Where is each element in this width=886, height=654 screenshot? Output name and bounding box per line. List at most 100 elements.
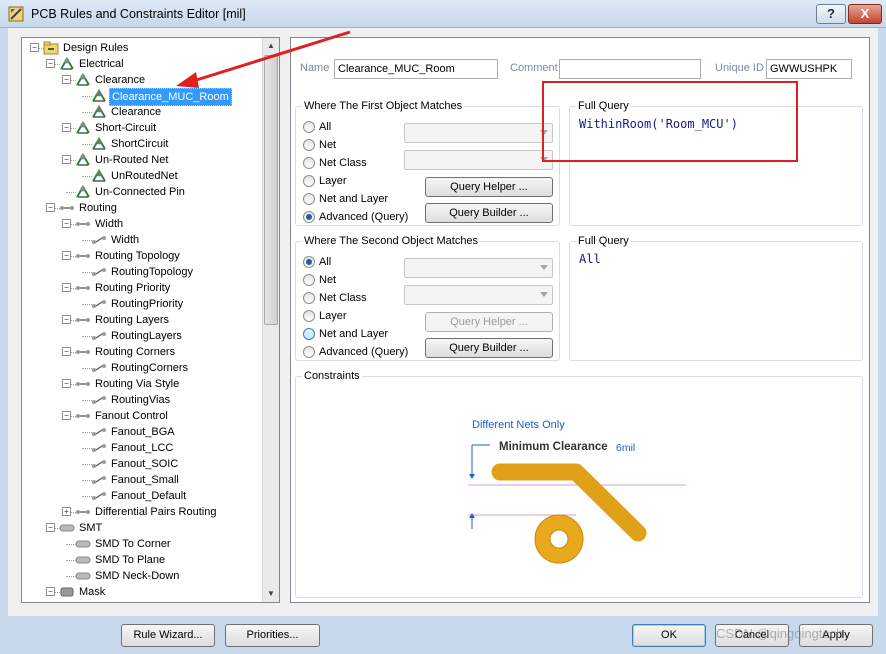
- tree-node[interactable]: − SMT: [22, 520, 260, 536]
- constraints-group: Constraints Different Nets Only Minimum …: [295, 370, 863, 598]
- collapse-icon[interactable]: −: [62, 251, 71, 260]
- help-button[interactable]: ?: [816, 4, 846, 24]
- radio-button[interactable]: [303, 175, 315, 187]
- scroll-down-icon[interactable]: ▼: [263, 586, 279, 602]
- first-query-builder-button[interactable]: Query Builder ...: [425, 203, 553, 223]
- collapse-icon[interactable]: −: [46, 523, 55, 532]
- tree-node[interactable]: − Routing Priority: [22, 280, 260, 296]
- rule-category-icon: [75, 121, 91, 135]
- tree-node[interactable]: Clearance: [22, 104, 260, 120]
- tree-node[interactable]: − Routing Corners: [22, 344, 260, 360]
- tree-node-label: ShortCircuit: [111, 138, 169, 150]
- tree-node[interactable]: Un-Connected Pin: [22, 184, 260, 200]
- tree-node[interactable]: Fanout_Small: [22, 472, 260, 488]
- routing-icon: [75, 409, 91, 423]
- first-netclass-combo[interactable]: [404, 150, 553, 170]
- tree-node[interactable]: SMD To Plane: [22, 552, 260, 568]
- tree-node[interactable]: RoutingLayers: [22, 328, 260, 344]
- tree-node-label: RoutingLayers: [111, 330, 182, 342]
- name-input[interactable]: Clearance_MUC_Room: [334, 59, 498, 79]
- second-full-query-text[interactable]: All: [579, 252, 601, 266]
- priorities-button[interactable]: Priorities...: [225, 624, 320, 647]
- collapse-icon[interactable]: −: [62, 347, 71, 356]
- tree-node[interactable]: − Un-Routed Net: [22, 152, 260, 168]
- tree-node[interactable]: SMD Neck-Down: [22, 568, 260, 584]
- different-nets-only-label[interactable]: Different Nets Only: [472, 419, 565, 431]
- tree-node[interactable]: − Routing Layers: [22, 312, 260, 328]
- radio-button[interactable]: [303, 211, 315, 223]
- second-query-builder-button[interactable]: Query Builder ...: [425, 338, 553, 358]
- mask-icon: [59, 585, 75, 599]
- rule-wizard-button[interactable]: Rule Wizard...: [121, 624, 215, 647]
- rule-category-icon: [75, 73, 91, 87]
- radio-button[interactable]: [303, 256, 315, 268]
- radio-button[interactable]: [303, 139, 315, 151]
- tree-node[interactable]: − Short-Circuit: [22, 120, 260, 136]
- routing-icon: [75, 281, 91, 295]
- radio-button[interactable]: [303, 346, 315, 358]
- collapse-icon[interactable]: −: [30, 43, 39, 52]
- ok-button[interactable]: OK: [632, 624, 706, 647]
- tree-node-label: Un-Routed Net: [95, 154, 169, 166]
- tree-node-label: Design Rules: [63, 42, 129, 54]
- radio-button[interactable]: [303, 121, 315, 133]
- radio-button[interactable]: [303, 292, 315, 304]
- second-query-helper-button: Query Helper ...: [425, 312, 553, 332]
- folder-icon: [43, 41, 59, 55]
- second-netclass-combo[interactable]: [404, 285, 553, 305]
- rules-tree[interactable]: − Design Rules − Electrical − Clearance Cleara…: [21, 37, 280, 603]
- radio-button[interactable]: [303, 274, 315, 286]
- tree-node[interactable]: Fanout_Default: [22, 488, 260, 504]
- tree-node[interactable]: +Solder Mask Expansion: [22, 600, 260, 602]
- collapse-icon[interactable]: −: [62, 315, 71, 324]
- smt-icon: [75, 569, 91, 583]
- tree-node[interactable]: RoutingTopology: [22, 264, 260, 280]
- tree-node[interactable]: + Differential Pairs Routing: [22, 504, 260, 520]
- collapse-icon[interactable]: −: [62, 123, 71, 132]
- tree-node-label: SMD To Corner: [95, 538, 171, 550]
- comment-input[interactable]: [559, 59, 701, 79]
- first-net-combo[interactable]: [404, 123, 553, 143]
- clearance-diagram: [468, 444, 686, 564]
- tree-node[interactable]: − Routing: [22, 200, 260, 216]
- collapse-icon[interactable]: −: [46, 203, 55, 212]
- close-button[interactable]: X: [848, 4, 882, 24]
- app-icon: [8, 6, 24, 22]
- tree-scrollbar[interactable]: ▲ ▼: [262, 38, 279, 602]
- radio-button[interactable]: [303, 328, 315, 340]
- tree-node[interactable]: Fanout_SOIC: [22, 456, 260, 472]
- collapse-icon[interactable]: −: [62, 219, 71, 228]
- routing-icon: [75, 377, 91, 391]
- collapse-icon[interactable]: −: [62, 75, 71, 84]
- collapse-icon[interactable]: −: [46, 587, 55, 596]
- second-net-combo[interactable]: [404, 258, 553, 278]
- routing-rule-icon: [91, 489, 107, 503]
- radio-button[interactable]: [303, 193, 315, 205]
- first-query-helper-button[interactable]: Query Helper ...: [425, 177, 553, 197]
- tree-node[interactable]: − Fanout Control: [22, 408, 260, 424]
- tree-node[interactable]: − Routing Topology: [22, 248, 260, 264]
- routing-icon: [75, 217, 91, 231]
- tree-node[interactable]: SMD To Corner: [22, 536, 260, 552]
- collapse-icon[interactable]: −: [62, 283, 71, 292]
- tree-node[interactable]: RoutingPriority: [22, 296, 260, 312]
- tree-node[interactable]: RoutingCorners: [22, 360, 260, 376]
- tree-node[interactable]: ShortCircuit: [22, 136, 260, 152]
- radio-button[interactable]: [303, 157, 315, 169]
- collapse-icon[interactable]: −: [62, 379, 71, 388]
- tree-node[interactable]: UnRoutedNet: [22, 168, 260, 184]
- collapse-icon[interactable]: −: [62, 411, 71, 420]
- collapse-icon[interactable]: −: [62, 155, 71, 164]
- tree-node[interactable]: − Routing Via Style: [22, 376, 260, 392]
- tree-node[interactable]: RoutingVias: [22, 392, 260, 408]
- tree-node[interactable]: Fanout_BGA: [22, 424, 260, 440]
- unique-id-input[interactable]: GWWUSHPK: [766, 59, 852, 79]
- tree-node[interactable]: − Width: [22, 216, 260, 232]
- expand-icon[interactable]: +: [62, 507, 71, 516]
- radio-button[interactable]: [303, 310, 315, 322]
- collapse-icon[interactable]: −: [46, 59, 55, 68]
- tree-node[interactable]: − Mask: [22, 584, 260, 600]
- rules-tree-items: − Design Rules − Electrical − Clearance Cleara…: [22, 38, 261, 602]
- tree-node[interactable]: Fanout_LCC: [22, 440, 260, 456]
- tree-node[interactable]: Width: [22, 232, 260, 248]
